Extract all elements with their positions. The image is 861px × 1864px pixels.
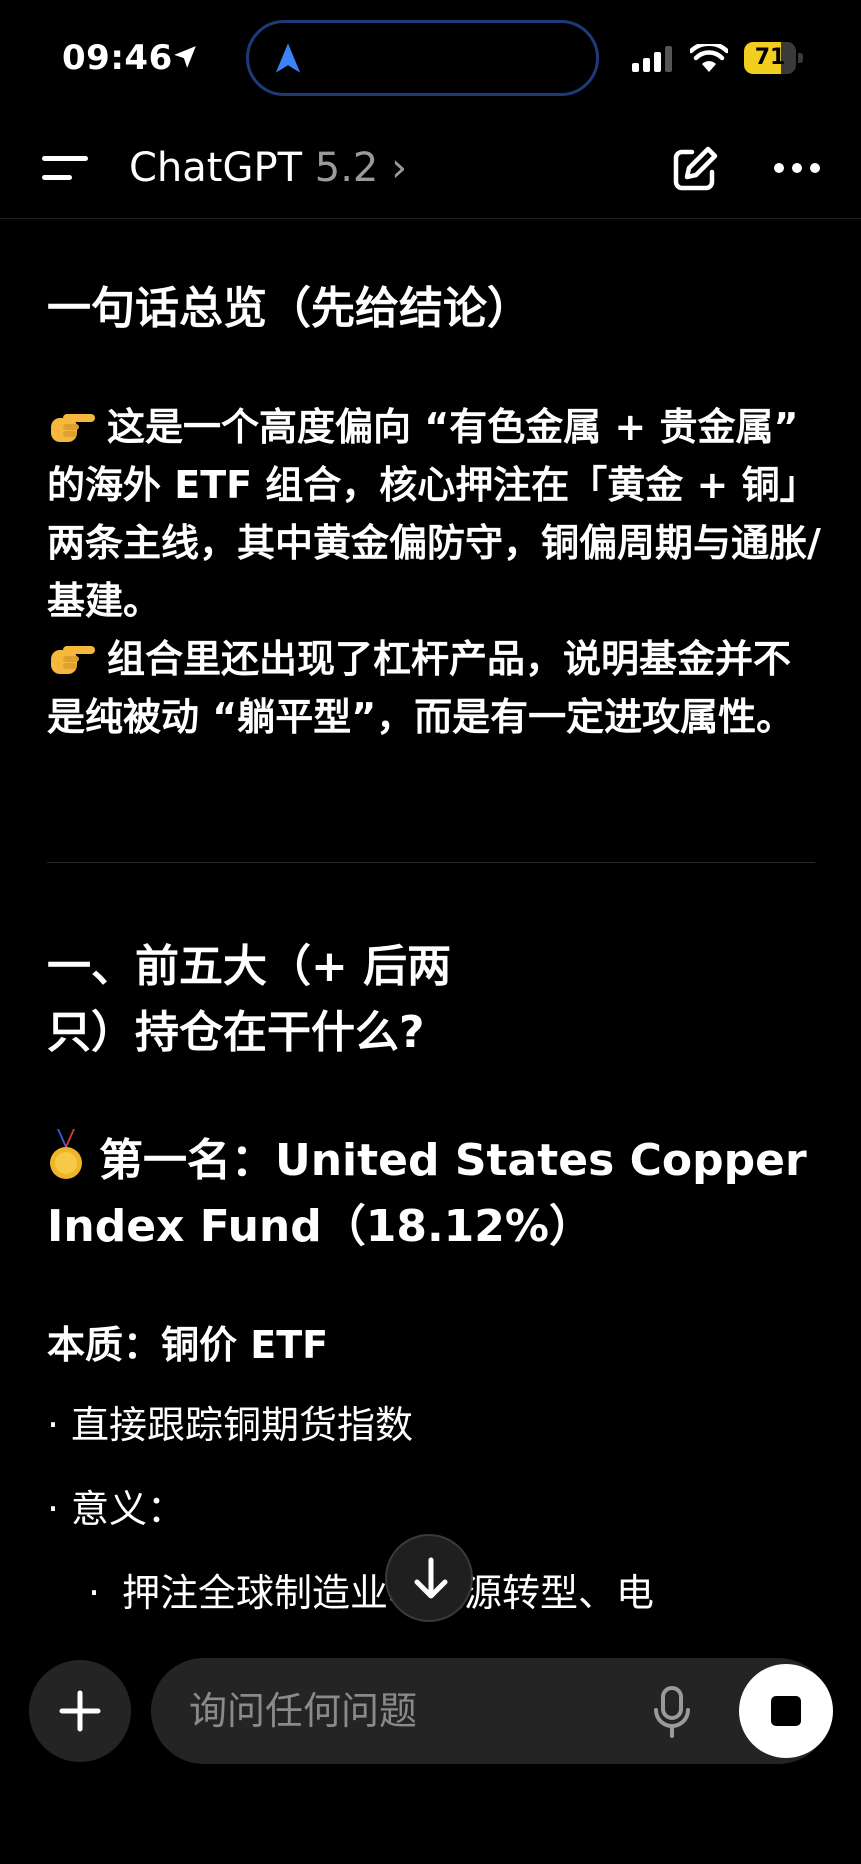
list-item: · 意义： bbox=[47, 1487, 186, 1531]
chevron-right-icon: › bbox=[391, 145, 408, 191]
location-arrow-icon bbox=[174, 46, 196, 68]
stop-generating-button[interactable] bbox=[739, 1664, 833, 1758]
menu-icon[interactable] bbox=[42, 150, 88, 186]
scroll-to-bottom-button[interactable] bbox=[385, 1534, 473, 1622]
paragraph-1-text: 这是一个高度偏向 “有色金属 + 贵金属” 的海外 ETF 组合，核心押注在「黄… bbox=[47, 405, 821, 623]
add-attachment-button[interactable] bbox=[29, 1660, 131, 1762]
message-input[interactable]: 询问任何问题 bbox=[151, 1658, 833, 1764]
cellular-signal-icon bbox=[632, 46, 672, 72]
wifi-icon bbox=[690, 44, 728, 72]
model-version: 5.2 bbox=[314, 145, 379, 191]
rank-1-heading: 第一名：United States Copper Index Fund（18.1… bbox=[47, 1128, 807, 1260]
list-item: · 直接跟踪铜期货指数 bbox=[47, 1403, 414, 1447]
pointing-hand-emoji bbox=[51, 414, 95, 442]
navigation-arrow-icon bbox=[275, 43, 301, 73]
status-bar: 09:46 71 bbox=[0, 0, 861, 118]
battery-indicator: 71 bbox=[744, 42, 804, 74]
list-item-text: 直接跟踪铜期货指数 bbox=[71, 1403, 414, 1447]
sub-list-item: ·押注全球制造业、能源转型、电 bbox=[88, 1564, 654, 1622]
more-dots-icon[interactable] bbox=[772, 158, 822, 178]
microphone-icon[interactable] bbox=[652, 1686, 692, 1738]
model-selector[interactable]: ChatGPT 5.2 › bbox=[129, 143, 407, 193]
status-time: 09:46 bbox=[62, 38, 173, 78]
essence-label: 本质：铜价 ETF bbox=[47, 1323, 329, 1367]
first-place-medal-emoji bbox=[50, 1129, 82, 1179]
dynamic-island[interactable] bbox=[246, 20, 599, 96]
pointing-hand-emoji bbox=[51, 646, 95, 674]
section-1-heading: 一、前五大（+ 后两只）持仓在干什么? bbox=[47, 941, 452, 1058]
stop-icon bbox=[771, 1696, 801, 1726]
arrow-down-icon bbox=[414, 1557, 448, 1599]
paragraph-2: 组合里还出现了杠杆产品，说明基金并不是纯被动 “躺平型”，而是有一定进攻属性。 bbox=[47, 630, 827, 746]
plus-icon bbox=[59, 1690, 101, 1732]
summary-heading: 一句话总览（先给结论） bbox=[47, 283, 531, 334]
app-name: ChatGPT bbox=[129, 145, 303, 191]
paragraph-1: 这是一个高度偏向 “有色金属 + 贵金属” 的海外 ETF 组合，核心押注在「黄… bbox=[47, 398, 827, 630]
divider bbox=[47, 862, 815, 863]
chat-message: 一句话总览（先给结论） 这是一个高度偏向 “有色金属 + 贵金属” 的海外 ET… bbox=[0, 218, 861, 1648]
new-chat-edit-icon[interactable] bbox=[670, 144, 720, 194]
list-item-text: 意义： bbox=[71, 1487, 186, 1531]
input-placeholder: 询问任何问题 bbox=[189, 1689, 418, 1733]
app-header: ChatGPT 5.2 › bbox=[0, 118, 861, 219]
battery-percent: 71 bbox=[754, 45, 786, 70]
rank-1-heading-text: 第一名：United States Copper Index Fund（18.1… bbox=[47, 1135, 807, 1252]
paragraph-2-text: 组合里还出现了杠杆产品，说明基金并不是纯被动 “躺平型”，而是有一定进攻属性。 bbox=[47, 637, 795, 739]
